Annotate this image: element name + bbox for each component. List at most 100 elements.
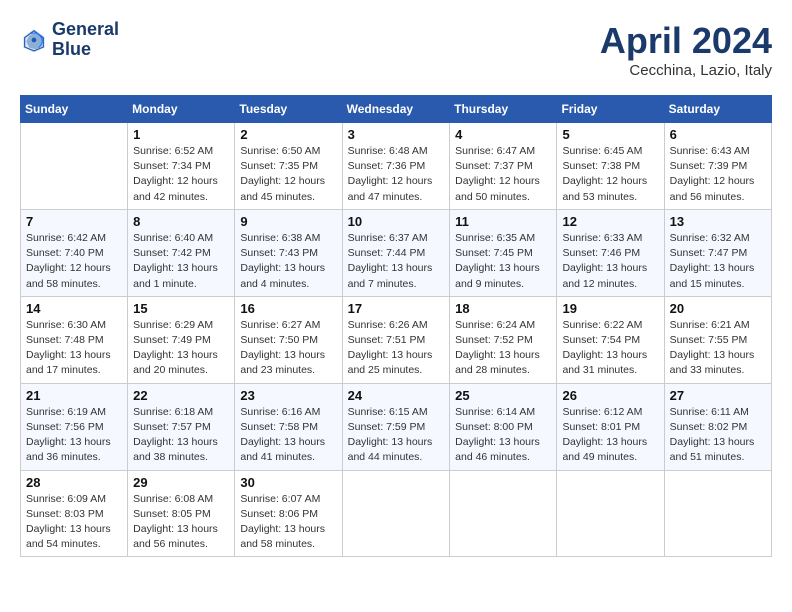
day-number: 11 [455, 214, 551, 229]
calendar-cell: 23 Sunrise: 6:16 AMSunset: 7:58 PMDayligh… [235, 383, 342, 470]
calendar-week-row: 1 Sunrise: 6:52 AMSunset: 7:34 PMDaylight… [21, 123, 772, 210]
day-number: 22 [133, 388, 229, 403]
day-detail: Sunrise: 6:15 AMSunset: 7:59 PMDaylight:… [348, 405, 445, 466]
day-number: 25 [455, 388, 551, 403]
day-number: 12 [562, 214, 658, 229]
calendar-cell: 27 Sunrise: 6:11 AMSunset: 8:02 PMDayligh… [664, 383, 771, 470]
day-number: 8 [133, 214, 229, 229]
weekday-header-row: SundayMondayTuesdayWednesdayThursdayFrid… [21, 96, 772, 123]
logo-icon [20, 26, 48, 54]
day-number: 23 [240, 388, 336, 403]
day-number: 3 [348, 127, 445, 142]
logo-line2: Blue [52, 40, 119, 60]
day-detail: Sunrise: 6:11 AMSunset: 8:02 PMDaylight:… [670, 405, 766, 466]
month-title: April 2024 [600, 20, 772, 62]
calendar-cell: 10Sunrise: 6:37 AMSunset: 7:44 PMDayligh… [342, 209, 450, 296]
calendar-cell: 17Sunrise: 6:26 AMSunset: 7:51 PMDayligh… [342, 296, 450, 383]
day-detail: Sunrise: 6:29 AMSunset: 7:49 PMDaylight:… [133, 318, 229, 379]
day-detail: Sunrise: 6:18 AMSunset: 7:57 PMDaylight:… [133, 405, 229, 466]
day-detail: Sunrise: 6:35 AMSunset: 7:45 PMDaylight:… [455, 231, 551, 292]
day-number: 24 [348, 388, 445, 403]
calendar-cell [450, 470, 557, 557]
calendar-cell: 15 Sunrise: 6:29 AMSunset: 7:49 PMDayligh… [128, 296, 235, 383]
day-detail: Sunrise: 6:21 AMSunset: 7:55 PMDaylight:… [670, 318, 766, 379]
day-detail: Sunrise: 6:19 AMSunset: 7:56 PMDaylight:… [26, 405, 122, 466]
day-detail: Sunrise: 6:33 AMSunset: 7:46 PMDaylight:… [562, 231, 658, 292]
day-detail: Sunrise: 6:27 AMSunset: 7:50 PMDaylight:… [240, 318, 336, 379]
calendar-cell: 8 Sunrise: 6:40 AMSunset: 7:42 PMDaylight… [128, 209, 235, 296]
day-detail: Sunrise: 6:52 AMSunset: 7:34 PMDaylight:… [133, 144, 229, 205]
day-number: 6 [670, 127, 766, 142]
day-detail: Sunrise: 6:42 AMSunset: 7:40 PMDaylight:… [26, 231, 122, 292]
weekday-header: Sunday [21, 96, 128, 123]
calendar-cell [557, 470, 664, 557]
calendar-cell: 16 Sunrise: 6:27 AMSunset: 7:50 PMDayligh… [235, 296, 342, 383]
calendar-cell: 20 Sunrise: 6:21 AMSunset: 7:55 PMDayligh… [664, 296, 771, 383]
calendar-cell: 6 Sunrise: 6:43 AMSunset: 7:39 PMDaylight… [664, 123, 771, 210]
day-number: 14 [26, 301, 122, 316]
calendar-cell: 24 Sunrise: 6:15 AMSunset: 7:59 PMDayligh… [342, 383, 450, 470]
calendar-cell: 25 Sunrise: 6:14 AMSunset: 8:00 PMDayligh… [450, 383, 557, 470]
day-detail: Sunrise: 6:38 AMSunset: 7:43 PMDaylight:… [240, 231, 336, 292]
calendar-cell: 4 Sunrise: 6:47 AMSunset: 7:37 PMDaylight… [450, 123, 557, 210]
day-number: 4 [455, 127, 551, 142]
day-detail: Sunrise: 6:16 AMSunset: 7:58 PMDaylight:… [240, 405, 336, 466]
day-number: 15 [133, 301, 229, 316]
day-number: 16 [240, 301, 336, 316]
calendar-cell: 11 Sunrise: 6:35 AMSunset: 7:45 PMDayligh… [450, 209, 557, 296]
day-detail: Sunrise: 6:14 AMSunset: 8:00 PMDaylight:… [455, 405, 551, 466]
day-detail: Sunrise: 6:47 AMSunset: 7:37 PMDaylight:… [455, 144, 551, 205]
day-detail: Sunrise: 6:24 AMSunset: 7:52 PMDaylight:… [455, 318, 551, 379]
location: Cecchina, Lazio, Italy [600, 62, 772, 79]
day-number: 9 [240, 214, 336, 229]
day-number: 2 [240, 127, 336, 142]
weekday-header: Friday [557, 96, 664, 123]
day-number: 27 [670, 388, 766, 403]
calendar-cell: 7 Sunrise: 6:42 AMSunset: 7:40 PMDaylight… [21, 209, 128, 296]
calendar-cell: 26Sunrise: 6:12 AMSunset: 8:01 PMDayligh… [557, 383, 664, 470]
calendar-week-row: 28 Sunrise: 6:09 AMSunset: 8:03 PMDayligh… [21, 470, 772, 557]
day-number: 20 [670, 301, 766, 316]
day-number: 13 [670, 214, 766, 229]
day-number: 5 [562, 127, 658, 142]
day-detail: Sunrise: 6:32 AMSunset: 7:47 PMDaylight:… [670, 231, 766, 292]
day-number: 28 [26, 475, 122, 490]
calendar-cell: 9 Sunrise: 6:38 AMSunset: 7:43 PMDaylight… [235, 209, 342, 296]
day-number: 30 [240, 475, 336, 490]
day-detail: Sunrise: 6:45 AMSunset: 7:38 PMDaylight:… [562, 144, 658, 205]
day-number: 7 [26, 214, 122, 229]
logo: General Blue [20, 20, 119, 60]
day-detail: Sunrise: 6:43 AMSunset: 7:39 PMDaylight:… [670, 144, 766, 205]
calendar-cell: 2 Sunrise: 6:50 AMSunset: 7:35 PMDaylight… [235, 123, 342, 210]
day-detail: Sunrise: 6:48 AMSunset: 7:36 PMDaylight:… [348, 144, 445, 205]
day-number: 1 [133, 127, 229, 142]
day-number: 21 [26, 388, 122, 403]
day-detail: Sunrise: 6:08 AMSunset: 8:05 PMDaylight:… [133, 492, 229, 553]
calendar-week-row: 14 Sunrise: 6:30 AMSunset: 7:48 PMDayligh… [21, 296, 772, 383]
day-number: 10 [348, 214, 445, 229]
day-detail: Sunrise: 6:07 AMSunset: 8:06 PMDaylight:… [240, 492, 336, 553]
calendar-cell: 13 Sunrise: 6:32 AMSunset: 7:47 PMDayligh… [664, 209, 771, 296]
calendar-cell: 5 Sunrise: 6:45 AMSunset: 7:38 PMDaylight… [557, 123, 664, 210]
calendar-cell: 30 Sunrise: 6:07 AMSunset: 8:06 PMDayligh… [235, 470, 342, 557]
day-number: 19 [562, 301, 658, 316]
calendar-cell: 14 Sunrise: 6:30 AMSunset: 7:48 PMDayligh… [21, 296, 128, 383]
day-detail: Sunrise: 6:40 AMSunset: 7:42 PMDaylight:… [133, 231, 229, 292]
day-detail: Sunrise: 6:50 AMSunset: 7:35 PMDaylight:… [240, 144, 336, 205]
calendar-cell: 1 Sunrise: 6:52 AMSunset: 7:34 PMDaylight… [128, 123, 235, 210]
page-header: General Blue April 2024 Cecchina, Lazio,… [20, 20, 772, 79]
calendar-cell: 28 Sunrise: 6:09 AMSunset: 8:03 PMDayligh… [21, 470, 128, 557]
title-block: April 2024 Cecchina, Lazio, Italy [600, 20, 772, 79]
day-number: 26 [562, 388, 658, 403]
weekday-header: Saturday [664, 96, 771, 123]
calendar-cell [664, 470, 771, 557]
day-number: 17 [348, 301, 445, 316]
day-detail: Sunrise: 6:30 AMSunset: 7:48 PMDaylight:… [26, 318, 122, 379]
logo-line1: General [52, 20, 119, 40]
calendar-cell: 12 Sunrise: 6:33 AMSunset: 7:46 PMDayligh… [557, 209, 664, 296]
weekday-header: Wednesday [342, 96, 450, 123]
day-detail: Sunrise: 6:09 AMSunset: 8:03 PMDaylight:… [26, 492, 122, 553]
calendar-table: SundayMondayTuesdayWednesdayThursdayFrid… [20, 95, 772, 557]
calendar-cell [21, 123, 128, 210]
calendar-cell: 19Sunrise: 6:22 AMSunset: 7:54 PMDayligh… [557, 296, 664, 383]
